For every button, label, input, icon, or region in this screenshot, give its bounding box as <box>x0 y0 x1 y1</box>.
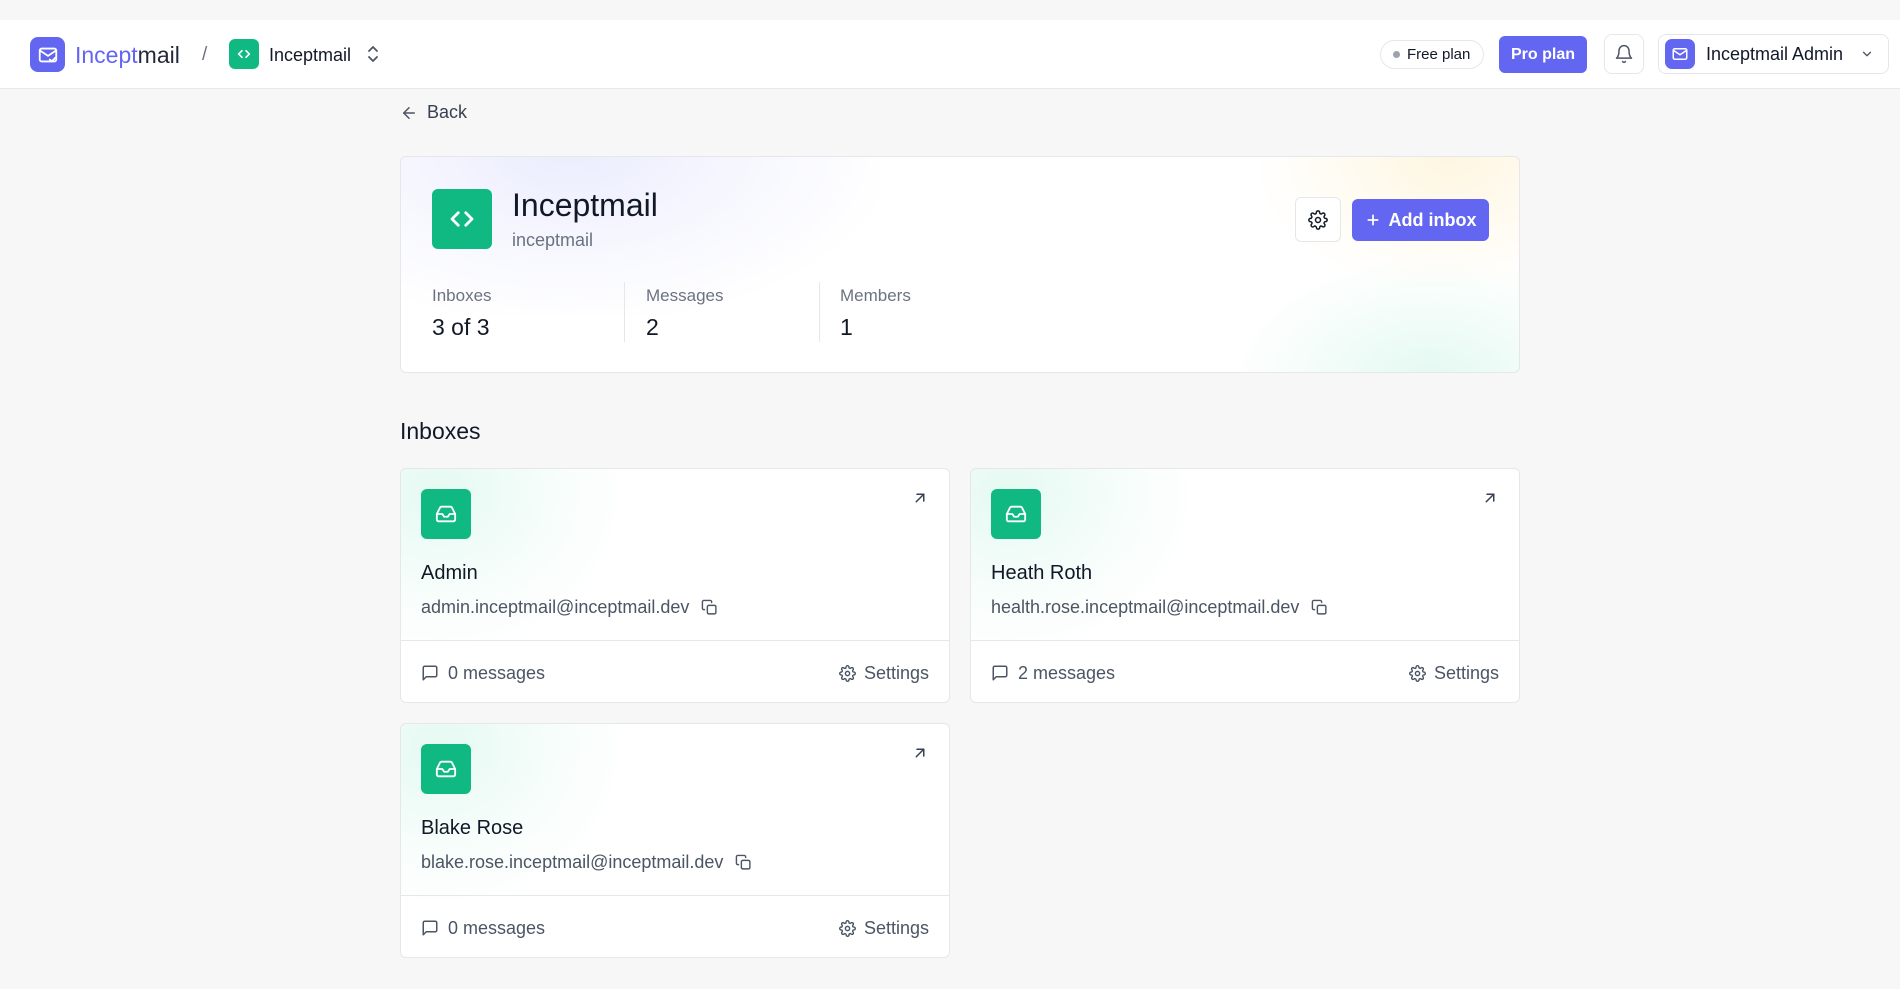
inbox-name: Admin <box>421 562 478 584</box>
avatar <box>1665 39 1695 69</box>
inbox-icon <box>421 744 471 794</box>
gear-icon <box>1409 664 1426 682</box>
inbox-card[interactable]: Admin admin.inceptmail@inceptmail.dev 0 … <box>400 468 950 703</box>
message-count-label: 2 messages <box>1018 663 1116 683</box>
inbox-email: blake.rose.inceptmail@inceptmail.dev <box>421 852 724 872</box>
inbox-email-row: admin.inceptmail@inceptmail.dev <box>421 595 718 619</box>
brand-logo-text[interactable]: Inceptmail <box>75 40 180 70</box>
free-plan-badge[interactable]: Free plan <box>1380 40 1485 69</box>
copy-icon[interactable] <box>735 854 752 871</box>
top-bar: Inceptmail / Inceptmail Free plan Pro pl… <box>0 20 1900 89</box>
arrow-up-right-icon[interactable] <box>911 744 929 762</box>
workspace-summary-card: Inceptmail inceptmail Add inbox Inboxes … <box>400 156 1520 373</box>
inbox-settings-link[interactable]: Settings <box>839 661 929 685</box>
plan-status-dot <box>1393 51 1400 58</box>
message-count-label: 0 messages <box>448 918 546 938</box>
message-count[interactable]: 0 messages <box>421 916 545 940</box>
inbox-email: admin.inceptmail@inceptmail.dev <box>421 597 690 617</box>
stat-divider <box>819 282 820 342</box>
message-count[interactable]: 2 messages <box>991 661 1115 685</box>
page-title: Inceptmail <box>512 187 658 223</box>
arrow-left-icon <box>403 106 415 119</box>
stat-members: Members 1 <box>840 285 911 345</box>
inbox-icon <box>991 489 1041 539</box>
decorative-glow <box>1239 262 1519 372</box>
stat-label: Inboxes <box>432 286 492 305</box>
inbox-card[interactable]: Blake Rose blake.rose.inceptmail@inceptm… <box>400 723 950 958</box>
code-icon <box>432 189 492 249</box>
inboxes-section-title: Inboxes <box>400 418 481 444</box>
add-inbox-label: Add inbox <box>1388 209 1477 230</box>
settings-label: Settings <box>1433 663 1499 683</box>
stat-label: Messages <box>646 286 724 305</box>
stat-value: 1 <box>840 314 853 340</box>
code-icon <box>229 39 259 69</box>
workspace-switcher-name[interactable]: Inceptmail <box>269 43 351 67</box>
message-square-icon <box>422 920 438 936</box>
inbox-card[interactable]: Heath Roth health.rose.inceptmail@incept… <box>970 468 1520 703</box>
message-square-icon <box>992 665 1008 681</box>
gear-icon <box>1308 209 1328 230</box>
back-link[interactable]: Back <box>400 102 467 123</box>
inbox-email: health.rose.inceptmail@inceptmail.dev <box>991 597 1300 617</box>
free-plan-label: Free plan <box>1407 46 1471 63</box>
gear-icon <box>839 664 856 682</box>
gear-icon <box>839 919 856 937</box>
plus-icon <box>1366 214 1379 226</box>
inbox-card-footer: 2 messages Settings <box>971 640 1519 702</box>
stat-value: 3 of 3 <box>432 314 490 340</box>
stat-label: Members <box>840 286 911 305</box>
user-menu-button[interactable]: Inceptmail Admin <box>1658 34 1889 74</box>
inbox-name: Heath Roth <box>991 562 1093 584</box>
inbox-settings-link[interactable]: Settings <box>839 916 929 940</box>
message-square-icon <box>422 665 438 681</box>
mail-icon[interactable] <box>30 37 65 72</box>
mail-icon <box>1672 48 1688 60</box>
chevron-up-down-icon[interactable] <box>366 43 380 65</box>
arrow-up-right-icon[interactable] <box>1481 489 1499 507</box>
inbox-settings-link[interactable]: Settings <box>1409 661 1499 685</box>
inbox-card-footer: 0 messages Settings <box>401 640 949 702</box>
stat-value: 2 <box>646 314 659 340</box>
user-name: Inceptmail Admin <box>1706 43 1844 64</box>
stat-inboxes: Inboxes 3 of 3 <box>432 285 492 345</box>
top-strip <box>0 0 1900 20</box>
inbox-email-row: health.rose.inceptmail@inceptmail.dev <box>991 595 1328 619</box>
breadcrumb-separator: / <box>202 44 208 65</box>
inbox-card-footer: 0 messages Settings <box>401 895 949 957</box>
message-count[interactable]: 0 messages <box>421 661 545 685</box>
inbox-email-row: blake.rose.inceptmail@inceptmail.dev <box>421 850 752 874</box>
workspace-settings-button[interactable] <box>1295 197 1341 242</box>
inbox-icon <box>421 489 471 539</box>
stat-messages: Messages 2 <box>646 285 723 345</box>
inbox-name: Blake Rose <box>421 817 524 839</box>
chevron-down-icon <box>1862 51 1872 57</box>
workspace-slug: inceptmail <box>512 230 594 250</box>
bell-icon <box>1615 44 1633 64</box>
stat-divider <box>624 282 625 342</box>
copy-icon[interactable] <box>1311 599 1328 616</box>
notifications-button[interactable] <box>1604 34 1644 74</box>
pro-plan-button[interactable]: Pro plan <box>1499 36 1587 73</box>
back-label: Back <box>427 102 468 122</box>
settings-label: Settings <box>863 918 929 938</box>
settings-label: Settings <box>863 663 929 683</box>
copy-icon[interactable] <box>701 599 718 616</box>
message-count-label: 0 messages <box>448 663 546 683</box>
arrow-up-right-icon[interactable] <box>911 489 929 507</box>
add-inbox-button[interactable]: Add inbox <box>1352 199 1489 241</box>
